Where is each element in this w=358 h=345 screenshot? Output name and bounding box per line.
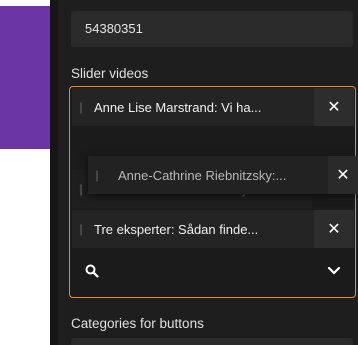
slider-videos-label: Slider videos xyxy=(71,66,149,81)
remove-icon[interactable]: ✕ xyxy=(314,88,354,126)
drag-handle-icon[interactable]: || xyxy=(72,88,88,126)
drag-handle-icon[interactable]: || xyxy=(72,210,88,248)
chevron-down-icon[interactable] xyxy=(314,266,354,276)
dragging-video-chip[interactable]: || Anne-Cathrine Riebnitzsky:... ✕ xyxy=(88,156,358,194)
remove-icon[interactable]: ✕ xyxy=(314,210,354,248)
video-chip[interactable]: || Tre eksperter: Sådan finde... ✕ xyxy=(72,210,354,248)
video-chip[interactable]: || Anne Lise Marstrand: Vi ha... ✕ xyxy=(72,88,354,126)
video-chip-title: Anne Lise Marstrand: Vi ha... xyxy=(94,99,262,115)
search-icon xyxy=(72,264,112,278)
panel-gutter xyxy=(50,0,58,345)
video-chip-title: Tre eksperter: Sådan finde... xyxy=(94,221,259,237)
video-search-input[interactable] xyxy=(112,252,314,290)
video-id-field[interactable]: 54380351 xyxy=(71,11,353,47)
drag-handle-icon[interactable]: || xyxy=(88,156,104,194)
video-chip-title: Anne-Cathrine Riebnitzsky:... xyxy=(118,167,287,183)
video-search-row xyxy=(72,252,354,290)
purple-banner xyxy=(0,6,50,149)
categories-label: Categories for buttons xyxy=(71,316,204,331)
drag-handle-icon: || xyxy=(78,182,83,196)
remove-icon[interactable]: ✕ xyxy=(328,156,358,194)
categories-field[interactable] xyxy=(71,338,353,345)
